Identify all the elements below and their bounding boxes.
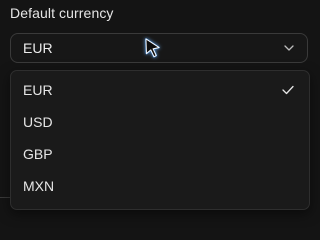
option-gbp[interactable]: GBP: [11, 139, 309, 169]
field-label: Default currency: [10, 5, 114, 21]
currency-settings: Default currency EUR EUR USD GBP MXN: [0, 0, 310, 210]
chevron-down-icon: [283, 42, 295, 54]
option-label: MXN: [23, 178, 55, 194]
option-usd[interactable]: USD: [11, 107, 309, 137]
currency-dropdown-menu: EUR USD GBP MXN: [10, 70, 310, 210]
mouse-cursor-icon: [141, 36, 165, 62]
option-label: GBP: [23, 146, 53, 162]
option-label: EUR: [23, 82, 53, 98]
divider: [0, 197, 10, 198]
checkmark-icon: [281, 83, 295, 97]
option-label: USD: [23, 114, 53, 130]
option-eur[interactable]: EUR: [11, 75, 309, 105]
option-mxn[interactable]: MXN: [11, 171, 309, 201]
